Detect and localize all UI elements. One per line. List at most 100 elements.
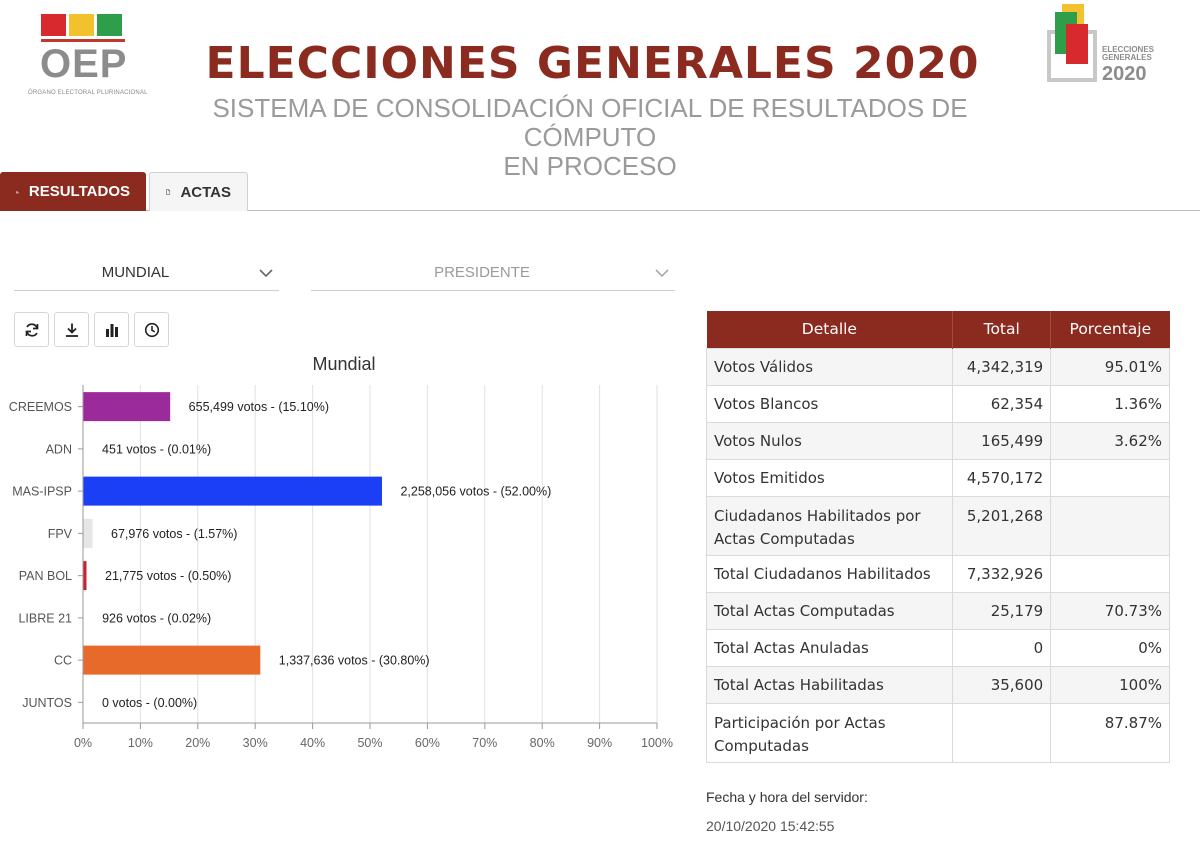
page-subtitle: SISTEMA DE CONSOLIDACIÓN OFICIAL DE RESU…	[190, 94, 990, 181]
elecciones-2020-logo: ELECCIONES GENERALES 2020	[1044, 4, 1164, 86]
server-time-label: Fecha y hora del servidor:	[706, 789, 868, 805]
row-label: Votos Nulos	[705, 421, 954, 460]
x-tick-label: 20%	[185, 736, 210, 750]
row-percent	[1050, 554, 1170, 593]
row-total: 35,600	[952, 665, 1052, 704]
chevron-down-icon	[259, 269, 273, 278]
y-tick-label: CC	[54, 654, 72, 668]
tab-actas[interactable]: ACTAS	[149, 172, 248, 211]
scope-select-value: MUNDIAL	[101, 264, 170, 281]
row-total: 165,499	[952, 421, 1052, 460]
bar-creemos[interactable]	[83, 392, 171, 422]
y-tick-label: JUNTOS	[22, 696, 72, 710]
bar-data-label: 0 votos - (0.00%)	[102, 696, 197, 710]
row-label: Participación por Actas Computadas	[705, 702, 954, 763]
clock-icon	[144, 322, 159, 337]
bar-mas-ipsp[interactable]	[83, 476, 382, 506]
bar-pan-bol[interactable]	[83, 561, 87, 591]
row-total: 0	[952, 628, 1052, 667]
row-percent: 100%	[1050, 665, 1170, 704]
election-select[interactable]: PRESIDENTE	[311, 255, 675, 291]
row-total: 25,179	[952, 591, 1052, 630]
table-row: Total Actas Habilitadas 35,600 100%	[705, 665, 1170, 704]
bar-chart-icon	[105, 323, 118, 337]
table-row: Votos Nulos 165,499 3.62%	[705, 421, 1170, 460]
row-total: 4,342,319	[952, 347, 1052, 386]
row-label: Votos Blancos	[705, 384, 954, 423]
table-row: Total Ciudadanos Habilitados 7,332,926	[705, 554, 1170, 593]
tab-resultados-label: RESULTADOS	[28, 183, 130, 200]
bar-fpv[interactable]	[83, 518, 93, 548]
logo-red-square	[41, 14, 66, 36]
row-label: Total Actas Habilitadas	[705, 665, 954, 704]
row-percent: 95.01%	[1050, 347, 1170, 386]
row-total: 7,332,926	[952, 554, 1052, 593]
row-total: 4,570,172	[952, 458, 1052, 497]
row-percent: 87.87%	[1050, 702, 1170, 763]
y-tick-label: FPV	[48, 527, 73, 541]
bar-data-label: 451 votos - (0.01%)	[102, 442, 211, 456]
x-tick-label: 80%	[530, 736, 555, 750]
row-label: Total Actas Anuladas	[705, 628, 954, 667]
subtitle-line-1: SISTEMA DE CONSOLIDACIÓN OFICIAL DE RESU…	[212, 93, 968, 152]
row-percent	[1050, 495, 1170, 556]
x-tick-label: 70%	[472, 736, 497, 750]
row-percent: 3.62%	[1050, 421, 1170, 460]
row-percent: 70.73%	[1050, 591, 1170, 630]
logo-yellow-square	[69, 14, 94, 36]
row-label: Total Ciudadanos Habilitados	[705, 554, 954, 593]
y-tick-label: LIBRE 21	[18, 611, 72, 625]
row-label: Votos Emitidos	[705, 458, 954, 497]
bar-data-label: 21,775 votos - (0.50%)	[105, 569, 231, 583]
history-button[interactable]	[134, 312, 169, 347]
table-row: Votos Válidos 4,342,319 95.01%	[705, 347, 1170, 386]
x-tick-label: 50%	[357, 736, 382, 750]
results-table: Detalle Total Porcentaje Votos Válidos 4,…	[705, 311, 1170, 763]
row-percent	[1050, 458, 1170, 497]
x-tick-label: 90%	[587, 736, 612, 750]
tab-actas-label: ACTAS	[180, 183, 231, 201]
row-percent: 0%	[1050, 628, 1170, 667]
header-porcentaje[interactable]: Porcentaje	[1050, 311, 1170, 348]
x-tick-label: 30%	[243, 736, 268, 750]
y-tick-label: ADN	[46, 442, 72, 456]
election-select-value: PRESIDENTE	[434, 264, 530, 281]
table-row: Total Actas Anuladas 0 0%	[705, 628, 1170, 667]
table-row: Participación por Actas Computadas 87.87%	[705, 702, 1170, 763]
y-tick-label: CREEMOS	[9, 400, 72, 414]
bar-cc[interactable]	[83, 645, 261, 675]
logo-year: 2020	[1102, 63, 1147, 85]
y-tick-label: MAS-IPSP	[12, 485, 72, 499]
row-total: 5,201,268	[952, 495, 1052, 556]
header-detalle[interactable]: Detalle	[706, 311, 954, 348]
chevron-down-icon	[655, 269, 669, 278]
logo-red-block	[1066, 24, 1088, 64]
bar-data-label: 655,499 votos - (15.10%)	[189, 400, 329, 414]
scope-select[interactable]: MUNDIAL	[14, 255, 279, 291]
row-label: Votos Válidos	[705, 347, 954, 386]
server-time-value: 20/10/2020 15:42:55	[706, 818, 835, 834]
chart-title: Mundial	[312, 354, 375, 374]
x-tick-label: 60%	[415, 736, 440, 750]
header-total[interactable]: Total	[952, 311, 1052, 348]
subtitle-line-2: EN PROCESO	[503, 151, 677, 181]
x-tick-label: 0%	[74, 736, 92, 750]
row-total	[952, 702, 1052, 763]
logo-green-square	[97, 14, 122, 36]
table-row: Votos Emitidos 4,570,172	[705, 458, 1170, 497]
table-row: Votos Blancos 62,354 1.36%	[705, 384, 1170, 423]
bar-data-label: 926 votos - (0.02%)	[102, 611, 211, 625]
tab-resultados[interactable]: RESULTADOS	[0, 172, 146, 211]
row-percent: 1.36%	[1050, 384, 1170, 423]
y-tick-label: PAN BOL	[19, 569, 72, 583]
table-row: Ciudadanos Habilitados por Actas Computa…	[705, 495, 1170, 556]
bar-data-label: 67,976 votos - (1.57%)	[111, 527, 237, 541]
bar-data-label: 1,337,636 votos - (30.80%)	[279, 654, 430, 668]
download-icon	[65, 323, 78, 337]
x-tick-label: 10%	[128, 736, 153, 750]
refresh-icon	[25, 322, 38, 337]
chart-type-button[interactable]	[94, 312, 129, 347]
download-button[interactable]	[54, 312, 89, 347]
row-label: Total Actas Computadas	[705, 591, 954, 630]
refresh-button[interactable]	[14, 312, 49, 347]
